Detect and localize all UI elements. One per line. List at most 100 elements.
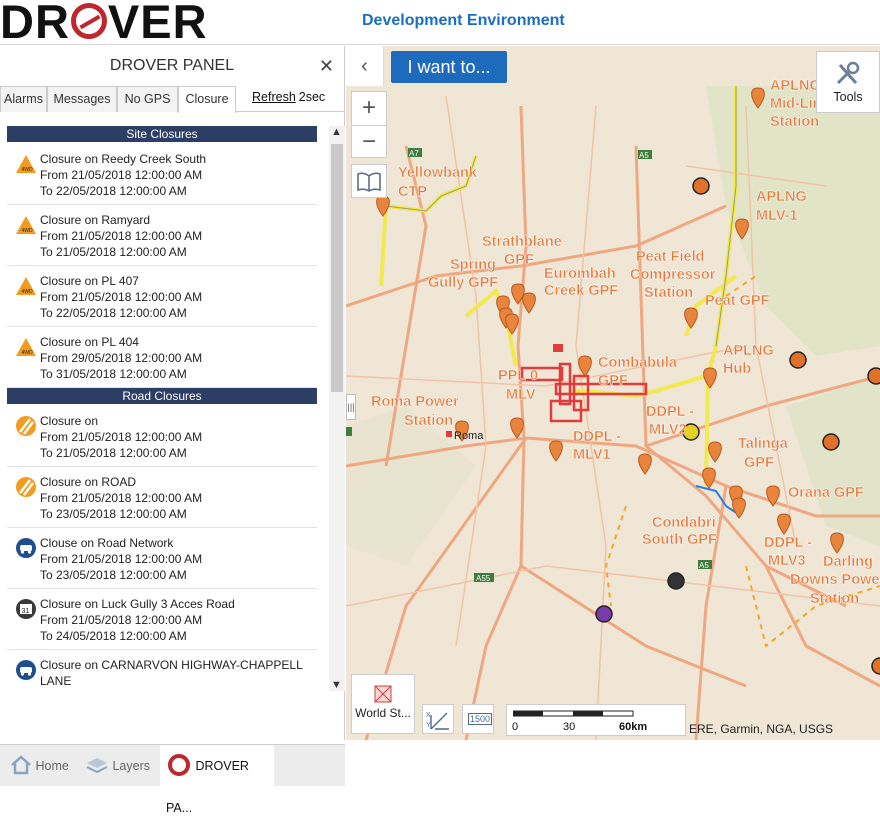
layers-label: Layers [112,759,151,773]
scale-input-button[interactable]: 1500 [462,704,494,734]
map-site-label: Talinga [738,436,789,452]
incident-icon[interactable] [667,572,685,590]
drover-panel-button[interactable]: DROVER PA... [160,745,274,815]
scrollbar-thumb[interactable] [331,144,343,392]
road-closure-item[interactable]: 31 Closure on Luck Gully 3 Acces Road From… [7,589,317,650]
tab-alarms[interactable]: Alarms [0,86,47,112]
closure-title: Clouse on Road Network [40,536,174,550]
layers-button[interactable]: Layers [85,745,160,787]
map-site-label: Downs Power [790,572,880,588]
map-site-label: Hub [723,361,751,377]
map-site-label: Combabula [598,355,678,371]
tab-messages[interactable]: Messages [47,86,117,112]
incident-icon[interactable] [692,177,710,195]
road-closure-item[interactable]: Clouse on Road Network From 21/05/2018 12… [7,528,317,589]
home-button[interactable]: Home [0,745,78,787]
closure-to: To 23/05/2018 12:00:00 AM [40,507,187,521]
panel-tabs: Alarms Messages No GPS Closure Refresh 2s… [0,86,344,113]
closure-title: Closure on Ramyard [40,213,151,227]
road-closure-item[interactable]: Closure on From 21/05/2018 12:00:00 AM To … [7,406,317,467]
closure-from: From 21/05/2018 12:00:00 AM [40,430,203,444]
4wd-warning-icon: 4WD [15,275,37,297]
map-site-label: Strathblane [482,234,562,250]
scroll-down-icon[interactable]: ▼ [331,679,342,691]
map-site-label: Eurombah [544,266,616,282]
map-site-label: Station [770,114,819,130]
basemap-thumbnail-icon [374,685,392,703]
svg-text:Y: Y [426,722,431,729]
road-shield-a55: A55 [476,574,491,583]
scroll-up-icon[interactable]: ▲ [331,126,342,138]
svg-text:4WD: 4WD [22,350,34,356]
scale-label-60km: 60km [619,721,648,733]
closure-from: From 21/05/2018 12:00:00 AM [40,168,203,182]
scale-bar: 0 30 60km [506,704,686,736]
close-panel-button[interactable]: ✕ [319,46,334,86]
site-closure-item[interactable]: 4WD Closure on Ramyard From 21/05/2018 12:… [7,205,317,266]
map-view[interactable]: A7 A5 A55 A5 APLNG Mid-Line Station Yellowb… [346,46,880,740]
map-site-label: GPF [598,373,628,389]
drover-panel: DROVER PANEL ✕ Alarms Messages No GPS Cl… [0,46,345,815]
tools-icon [836,61,860,85]
map-site-label: Compressor [630,267,716,283]
closure-title: Closure on PL 407 [40,274,139,288]
closure-to: To 22/05/2018 12:00:00 AM [40,184,187,198]
panel-title: DROVER PANEL [109,57,235,74]
closure-title: Closure on PL 404 [40,335,139,349]
zoom-controls: + − [351,91,387,158]
scale-label-0: 0 [512,721,519,733]
bookmarks-button[interactable] [351,164,387,198]
incident-icon[interactable] [595,605,613,623]
closure-title: Closure on Reedy Creek South [40,152,207,166]
bottom-nav: Home Layers DROVER PA... [0,744,345,815]
incident-icon[interactable] [822,433,840,451]
refresh-control[interactable]: Refresh 2sec [252,90,325,104]
road-closure-item[interactable]: Closure on CARNARVON HIGHWAY-CHAPPELL LA… [7,650,317,691]
closure-from: From 21/05/2018 12:00:00 AM [40,552,203,566]
site-closures-header: Site Closures [7,126,317,142]
closure-from: From 29/05/2018 12:00:00 AM [40,351,203,365]
site-closure-item[interactable]: 4WD Closure on PL 407 From 21/05/2018 12:0… [7,266,317,327]
map-site-label: GPF [744,455,774,471]
closure-from: From 22/05/2018 12:00:00 AM [40,689,317,691]
tools-button[interactable]: Tools [816,51,880,113]
closure-to: To 21/05/2018 12:00:00 AM [40,446,187,460]
app-header: DR VER Development Environment [0,0,880,48]
collapse-panel-button[interactable]: ‹ [346,46,384,86]
scale-label-30: 30 [563,721,576,733]
resize-handle[interactable]: ||| [346,394,356,420]
site-closure-item[interactable]: 4WD Closure on Reedy Creek South From 21/0… [7,144,317,205]
road-barrier-icon [15,476,37,498]
tab-no-gps[interactable]: No GPS [117,86,178,112]
tab-closure[interactable]: Closure [178,86,236,113]
site-closure-item[interactable]: 4WD Closure on PL 404 From 29/05/2018 12:0… [7,327,317,388]
map-canvas[interactable]: A7 A5 A55 A5 APLNGMid-LineStationYellowb… [346,46,880,740]
map-site-label: South GPF [642,532,717,548]
zoom-out-button[interactable]: − [352,125,386,158]
basemap-switcher[interactable]: World St... [351,674,415,734]
road-shield-a7: A7 [409,149,419,158]
closure-list-scrollbar[interactable]: ▲ ▼ [329,126,345,691]
4wd-warning-icon: 4WD [15,153,37,175]
incident-icon[interactable] [867,367,880,385]
zoom-in-button[interactable]: + [352,92,386,125]
i-want-to-button[interactable]: I want to... [391,51,507,83]
tools-label: Tools [833,90,863,104]
map-site-label: CTP [398,184,427,200]
map-site-label: DDPL - [573,429,621,445]
map-site-label: Spring [450,257,496,273]
xy-grid-icon: XY [426,712,449,730]
svg-text:4WD: 4WD [22,228,34,234]
closure-to: To 21/05/2018 12:00:00 AM [40,245,187,259]
closure-list[interactable]: Site Closures 4WD Closure on Reedy Creek … [7,126,317,691]
closure-to: To 24/05/2018 12:00:00 AM [40,629,187,643]
refresh-link[interactable]: Refresh [252,90,296,104]
calendar-icon: 31 [15,598,37,620]
svg-text:4WD: 4WD [22,167,34,173]
road-closure-item[interactable]: Closure on ROAD From 21/05/2018 12:00:00 … [7,467,317,528]
map-site-label: Station [404,413,453,429]
map-attribution: ERE, Garmin, NGA, USGS [689,722,834,736]
coordinates-button[interactable]: XY [422,704,454,734]
scale-bar-graphic [513,710,634,717]
incident-icon[interactable] [789,351,807,369]
